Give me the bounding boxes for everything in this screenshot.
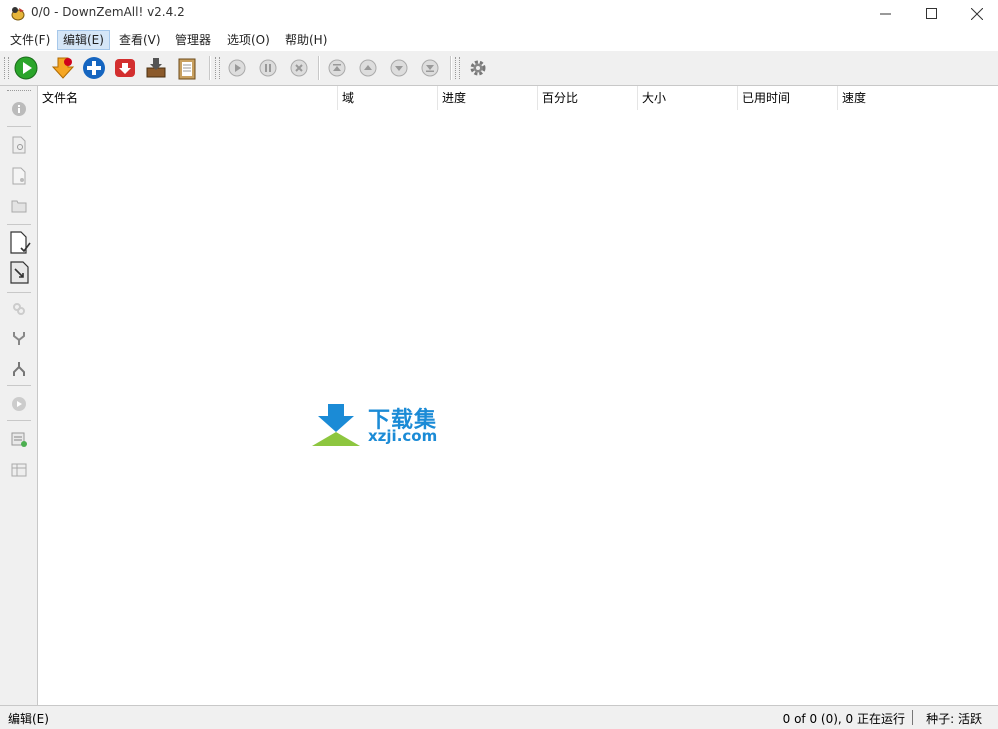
resume-button[interactable] xyxy=(225,56,249,80)
minimize-button[interactable] xyxy=(862,0,908,27)
menu-edit[interactable]: 编辑(E) xyxy=(57,30,110,50)
file-icon xyxy=(12,167,26,185)
settings-gear-icon xyxy=(470,60,486,76)
cancel-button[interactable] xyxy=(287,56,311,80)
column-header-filename[interactable]: 文件名 xyxy=(38,86,338,110)
close-button[interactable] xyxy=(954,0,998,27)
file-open-with-icon xyxy=(10,261,29,284)
app-icon xyxy=(11,7,25,21)
status-separator xyxy=(912,710,913,725)
main-toolbar xyxy=(0,51,998,86)
list-add-icon xyxy=(11,432,27,447)
remove-button[interactable] xyxy=(113,56,137,80)
info-icon xyxy=(12,102,26,116)
start-green-play-icon xyxy=(14,56,38,80)
move-top-button[interactable] xyxy=(325,56,349,80)
manager-button[interactable] xyxy=(144,56,168,80)
open-with-button[interactable] xyxy=(8,260,32,286)
column-header-elapsed[interactable]: 已用时间 xyxy=(738,86,838,110)
move-down-button[interactable] xyxy=(387,56,411,80)
pause-button[interactable] xyxy=(256,56,280,80)
file-open-button[interactable] xyxy=(8,165,30,187)
side-grip[interactable] xyxy=(7,90,31,92)
resume-icon xyxy=(228,59,246,77)
side-separator xyxy=(7,224,31,225)
window-title: 0/0 - DownZemAll! v2.4.2 xyxy=(31,5,185,19)
minimize-icon xyxy=(879,13,891,15)
check-file-button[interactable] xyxy=(8,230,32,256)
status-seeds: 种子: 活跃 xyxy=(926,712,982,726)
table-icon xyxy=(11,463,27,477)
folder-icon xyxy=(11,200,27,213)
download-button[interactable] xyxy=(51,56,75,80)
toolbar-grip[interactable] xyxy=(455,57,460,79)
settings-button[interactable] xyxy=(466,56,490,80)
add-blue-plus-icon xyxy=(83,57,105,79)
info-button[interactable] xyxy=(8,98,30,120)
maximize-button[interactable] xyxy=(908,0,954,27)
side-toolbar xyxy=(0,86,38,705)
watermark-logo: 下载集 xzji.com xyxy=(310,402,460,448)
link-icon xyxy=(13,303,25,315)
status-running: 0 of 0 (0), 0 正在运行 xyxy=(782,712,905,726)
move-bottom-button[interactable] xyxy=(418,56,442,80)
column-header-percent[interactable]: 百分比 xyxy=(538,86,638,110)
side-separator xyxy=(7,420,31,421)
toolbar-separator xyxy=(450,56,452,80)
media-button[interactable] xyxy=(8,393,30,415)
column-header-progress[interactable]: 进度 xyxy=(438,86,538,110)
toolbar-separator xyxy=(318,56,320,80)
side-separator xyxy=(7,385,31,386)
toolbar-grip[interactable] xyxy=(215,57,220,79)
paste-button[interactable] xyxy=(175,56,199,80)
move-up-button[interactable] xyxy=(356,56,380,80)
remove-red-down-icon xyxy=(115,59,135,77)
toolbar-separator xyxy=(209,56,211,80)
merge-button[interactable] xyxy=(8,327,30,349)
folder-open-button[interactable] xyxy=(8,195,30,217)
add-list-button[interactable] xyxy=(8,428,30,450)
merge-icon xyxy=(13,332,25,345)
cancel-icon xyxy=(290,59,308,77)
clipboard-paste-icon xyxy=(178,58,196,80)
add-button[interactable] xyxy=(82,56,106,80)
menu-manager[interactable]: 管理器 xyxy=(170,30,216,50)
title-bar: 0/0 - DownZemAll! v2.4.2 xyxy=(0,0,998,27)
file-check-icon xyxy=(10,231,31,254)
menu-options[interactable]: 选项(O) xyxy=(222,30,275,50)
menu-bar: 文件(F) 编辑(E) 查看(V) 管理器 选项(O) 帮助(H) xyxy=(0,29,998,51)
move-top-icon xyxy=(328,59,346,77)
split-icon xyxy=(13,362,25,376)
column-header-speed[interactable]: 速度 xyxy=(838,86,998,110)
file-search-icon xyxy=(12,136,26,154)
media-icon xyxy=(12,397,26,411)
move-bottom-icon xyxy=(421,59,439,77)
file-properties-button[interactable] xyxy=(8,134,30,156)
table-button[interactable] xyxy=(8,459,30,481)
pause-icon xyxy=(259,59,277,77)
menu-file[interactable]: 文件(F) xyxy=(5,30,55,50)
download-manager-icon xyxy=(146,58,166,78)
link-button[interactable] xyxy=(8,298,30,320)
toolbar-grip[interactable] xyxy=(4,57,9,79)
column-header-size[interactable]: 大小 xyxy=(638,86,738,110)
watermark-arrow-icon xyxy=(312,404,360,446)
move-up-icon xyxy=(359,59,377,77)
status-left: 编辑(E) xyxy=(8,712,49,726)
split-button[interactable] xyxy=(8,358,30,380)
menu-view[interactable]: 查看(V) xyxy=(114,30,166,50)
download-list[interactable]: 文件名 域 进度 百分比 大小 已用时间 速度 xyxy=(38,86,998,705)
move-down-icon xyxy=(390,59,408,77)
watermark-text-en: xzji.com xyxy=(368,427,438,445)
start-button[interactable] xyxy=(14,56,38,80)
download-orange-arrow-icon xyxy=(51,57,75,79)
close-icon xyxy=(971,7,983,20)
side-separator xyxy=(7,292,31,293)
status-bar: 编辑(E) 0 of 0 (0), 0 正在运行 种子: 活跃 xyxy=(0,705,998,729)
maximize-icon xyxy=(925,8,937,19)
side-separator xyxy=(7,126,31,127)
column-header-domain[interactable]: 域 xyxy=(338,86,438,110)
menu-help[interactable]: 帮助(H) xyxy=(280,30,332,50)
